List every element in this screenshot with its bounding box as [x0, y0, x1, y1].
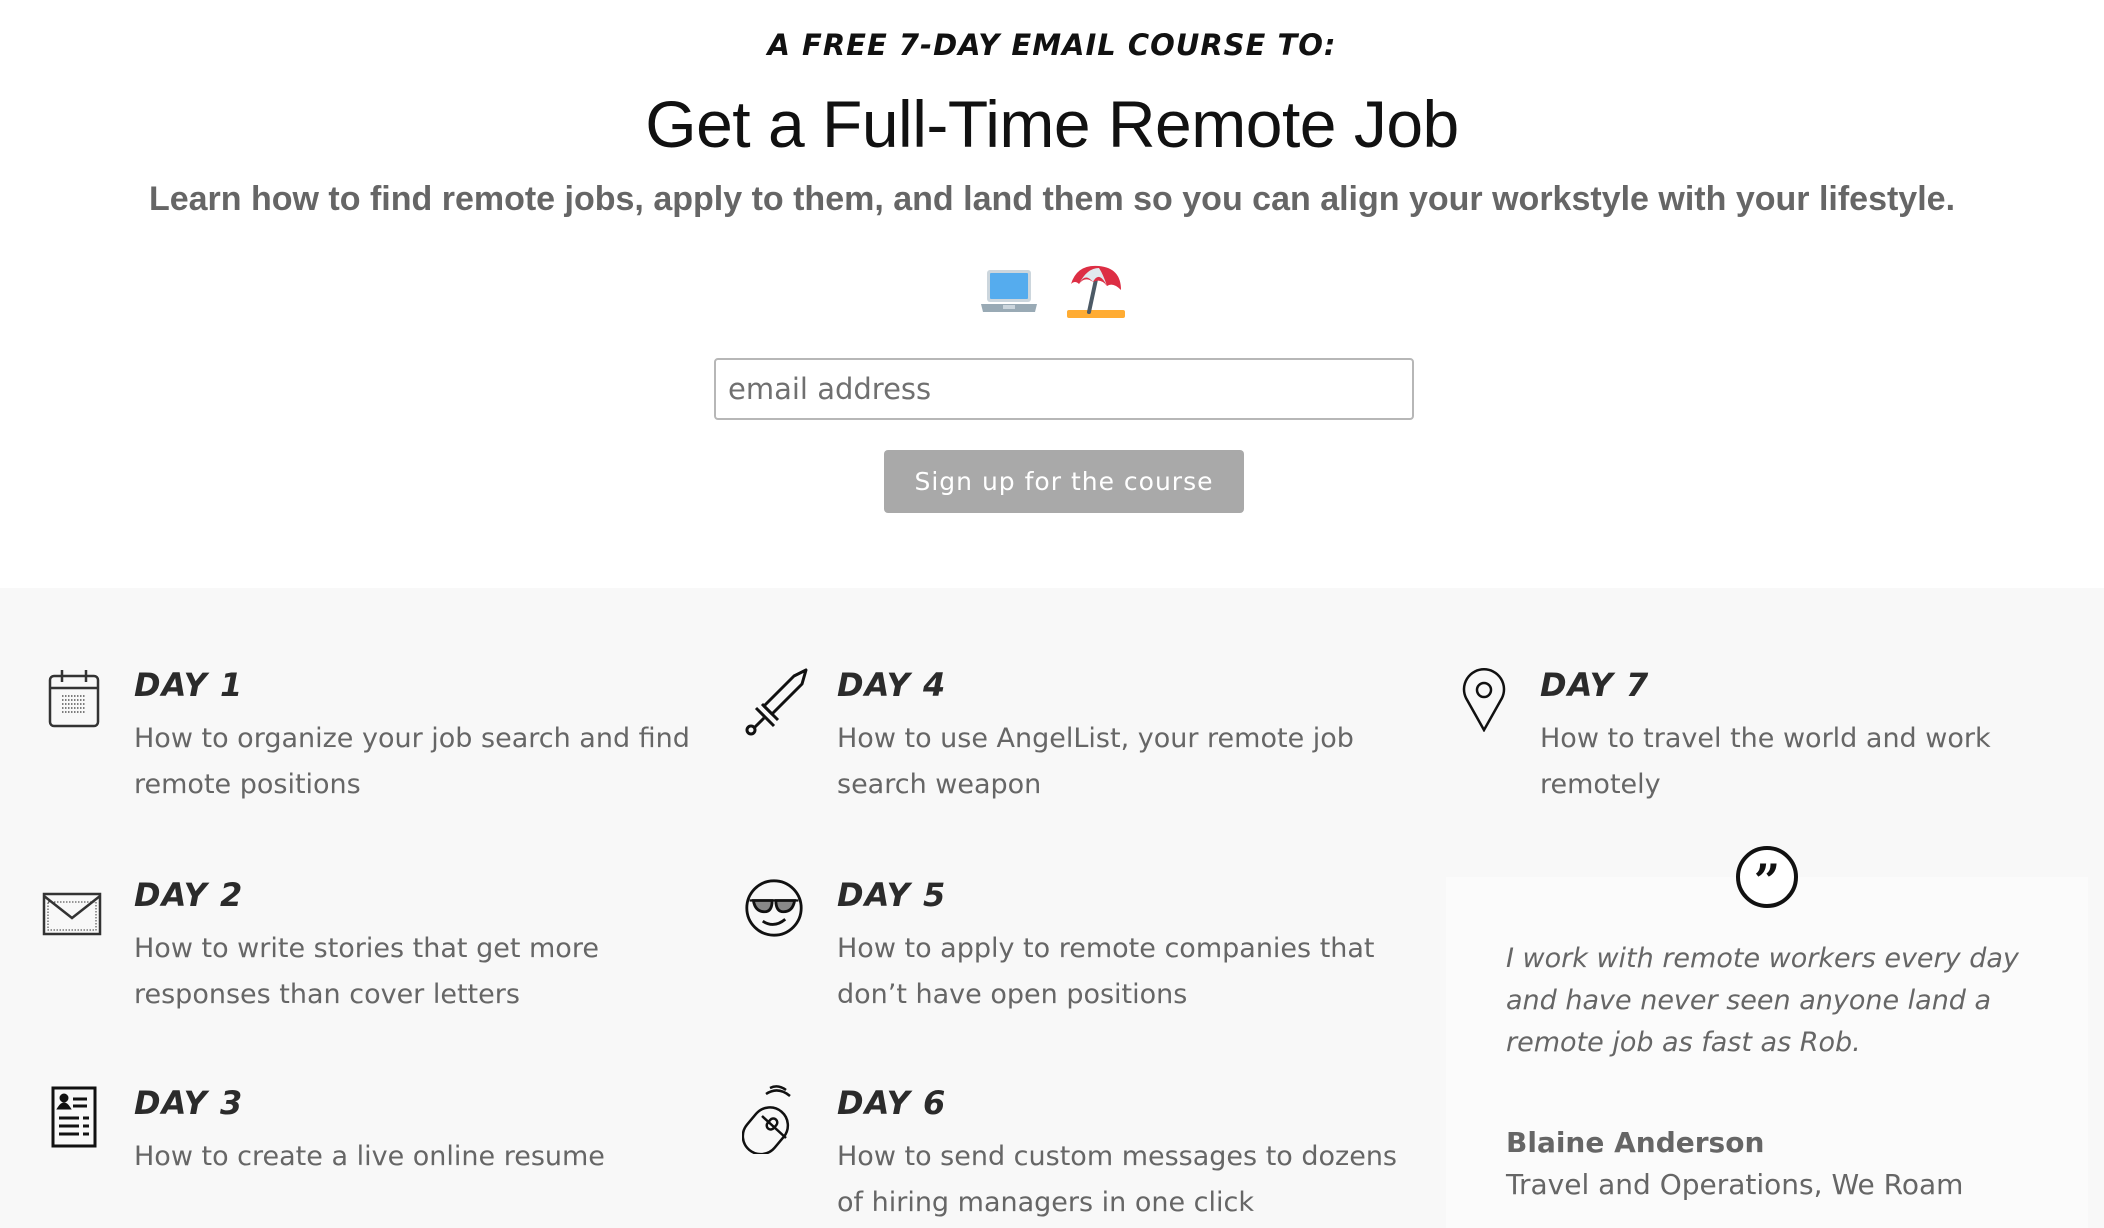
envelope-icon	[42, 892, 102, 936]
testimonial-role: Travel and Operations, We Roam	[1506, 1168, 1964, 1201]
day-description: How to apply to remote companies that do…	[837, 933, 1375, 1010]
sunglasses-face-icon	[745, 879, 803, 937]
resume-icon	[51, 1086, 97, 1148]
testimonial-author: Blaine Anderson	[1506, 1126, 1765, 1159]
day-description: How to write stories that get more respo…	[134, 933, 599, 1010]
day-description: How to organize your job search and find…	[134, 723, 690, 800]
sword-icon	[745, 668, 808, 736]
svg-text:”: ”	[1754, 854, 1780, 908]
map-pin-icon	[1462, 668, 1506, 732]
hero-emojis	[0, 258, 2104, 322]
day-title: Day 6	[837, 1084, 947, 1122]
mouse-click-icon	[742, 1085, 791, 1154]
day-title: Day 7	[1540, 666, 1650, 704]
calendar-icon	[48, 670, 100, 728]
day-title: Day 1	[134, 666, 244, 704]
quote-icon: ”	[1736, 846, 1798, 908]
laptop-icon	[981, 270, 1037, 312]
day-title: Day 2	[134, 876, 244, 914]
day-description: How to send custom messages to dozens of…	[837, 1141, 1397, 1218]
day-title: Day 4	[837, 666, 947, 704]
day-description: How to travel the world and work remotel…	[1540, 723, 1991, 800]
beach-umbrella-icon	[1067, 265, 1125, 318]
day-description: How to create a live online resume	[134, 1141, 605, 1172]
page-subtitle: Learn how to find remote jobs, apply to …	[148, 180, 1956, 218]
day-description: How to use AngelList, your remote job se…	[837, 723, 1354, 800]
course-kicker: A free 7-day email course to:	[767, 28, 1337, 62]
email-input[interactable]	[714, 358, 1414, 420]
testimonial-quote: I work with remote workers every day and…	[1506, 943, 2019, 1058]
day-title: Day 3	[134, 1084, 244, 1122]
signup-button[interactable]: Sign up for the course	[884, 450, 1244, 513]
page-title: Get a Full-Time Remote Job	[645, 87, 1459, 161]
day-title: Day 5	[837, 876, 947, 914]
